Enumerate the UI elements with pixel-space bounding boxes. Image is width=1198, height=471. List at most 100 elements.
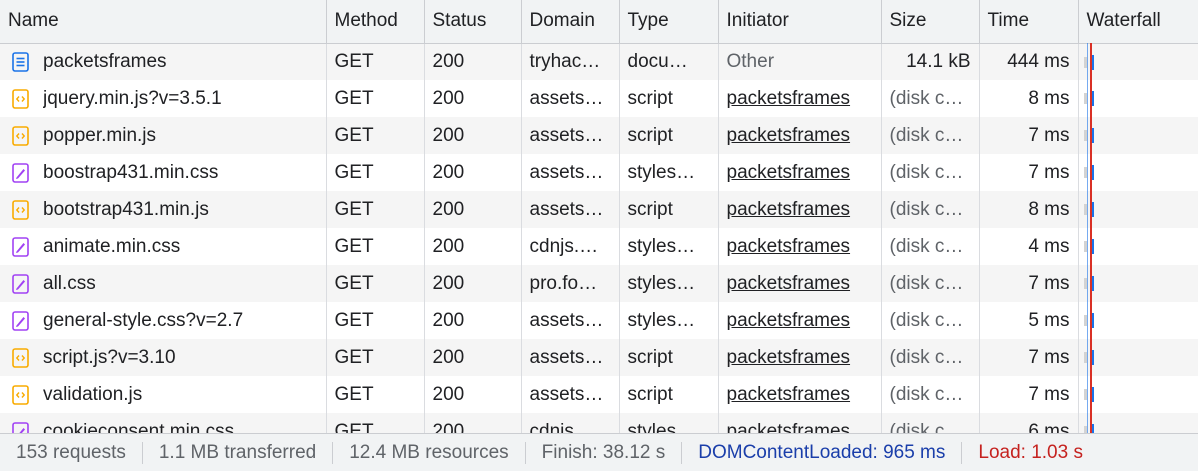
request-method: GET: [326, 265, 425, 302]
waterfall-cell[interactable]: [1078, 376, 1198, 413]
request-name-cell[interactable]: packetsframes: [0, 43, 327, 80]
request-initiator[interactable]: packetsframes: [718, 228, 882, 265]
request-type: styles…: [619, 154, 719, 191]
request-initiator[interactable]: packetsframes: [718, 302, 882, 339]
table-row[interactable]: all.css GET 200 pro.fo… styles… packetsframes…: [0, 265, 1198, 302]
waterfall-cell[interactable]: [1078, 265, 1198, 302]
request-method: GET: [326, 339, 425, 376]
column-header-status[interactable]: Status: [424, 0, 522, 44]
column-header-method[interactable]: Method: [326, 0, 425, 44]
request-name: animate.min.css: [43, 235, 181, 257]
request-size: (disk c…: [881, 265, 980, 302]
table-row[interactable]: animate.min.css GET 200 cdnjs.… styles… packe…: [0, 228, 1198, 265]
request-size: (disk c…: [881, 191, 980, 228]
request-domain: tryhac…: [521, 43, 620, 80]
request-status: 200: [424, 376, 522, 413]
load-time: Load: 1.03 s: [978, 441, 1083, 463]
stylesheet-icon: [12, 236, 29, 257]
request-name: script.js?v=3.10: [43, 346, 176, 368]
stylesheet-icon: [12, 162, 29, 183]
request-status: 200: [424, 228, 522, 265]
table-row[interactable]: script.js?v=3.10 GET 200 assets… script packe…: [0, 339, 1198, 376]
request-time: 5 ms: [979, 302, 1079, 339]
request-name-cell[interactable]: validation.js: [0, 376, 327, 413]
request-name-cell[interactable]: boostrap431.min.css: [0, 154, 327, 191]
request-name-cell[interactable]: script.js?v=3.10: [0, 339, 327, 376]
request-name: jquery.min.js?v=3.5.1: [43, 87, 222, 109]
column-header-size[interactable]: Size: [881, 0, 980, 44]
initiator-link[interactable]: packetsframes: [727, 125, 851, 146]
initiator-link[interactable]: packetsframes: [727, 384, 851, 405]
request-status: 200: [424, 80, 522, 117]
request-initiator[interactable]: packetsframes: [718, 339, 882, 376]
request-initiator: Other: [718, 43, 882, 80]
table-row[interactable]: boostrap431.min.css GET 200 assets… styles… p…: [0, 154, 1198, 191]
request-status: 200: [424, 265, 522, 302]
request-method: GET: [326, 154, 425, 191]
column-header-domain[interactable]: Domain: [521, 0, 620, 44]
resources-size: 12.4 MB resources: [333, 441, 526, 464]
request-name: all.css: [43, 272, 96, 294]
column-header-waterfall[interactable]: Waterfall: [1078, 0, 1198, 44]
request-name-cell[interactable]: popper.min.js: [0, 117, 327, 154]
initiator-link[interactable]: packetsframes: [727, 199, 851, 220]
finish-time: Finish: 38.12 s: [526, 441, 683, 464]
initiator-link[interactable]: packetsframes: [727, 88, 851, 109]
initiator-link[interactable]: packetsframes: [727, 236, 851, 257]
waterfall-cell[interactable]: [1078, 43, 1198, 80]
request-initiator[interactable]: packetsframes: [718, 265, 882, 302]
request-name: boostrap431.min.css: [43, 161, 219, 183]
table-row[interactable]: validation.js GET 200 assets… script packetsf…: [0, 376, 1198, 413]
request-initiator[interactable]: packetsframes: [718, 80, 882, 117]
initiator-link[interactable]: packetsframes: [727, 310, 851, 331]
column-header-initiator[interactable]: Initiator: [718, 0, 882, 44]
request-name-cell[interactable]: jquery.min.js?v=3.5.1: [0, 80, 327, 117]
request-name-cell[interactable]: animate.min.css: [0, 228, 327, 265]
initiator-link[interactable]: packetsframes: [727, 273, 851, 294]
initiator-link[interactable]: packetsframes: [727, 162, 851, 183]
waterfall-cell[interactable]: [1078, 117, 1198, 154]
waterfall-cell[interactable]: [1078, 302, 1198, 339]
request-status: 200: [424, 339, 522, 376]
request-size: (disk c…: [881, 339, 980, 376]
column-header-type[interactable]: Type: [619, 0, 719, 44]
initiator-link[interactable]: packetsframes: [727, 347, 851, 368]
request-domain: assets…: [521, 191, 620, 228]
column-header-time[interactable]: Time: [979, 0, 1079, 44]
request-time: 8 ms: [979, 191, 1079, 228]
request-time: 7 ms: [979, 265, 1079, 302]
request-size: (disk c…: [881, 376, 980, 413]
waterfall-cell[interactable]: [1078, 191, 1198, 228]
request-type: script: [619, 191, 719, 228]
table-row[interactable]: popper.min.js GET 200 assets… script packetsf…: [0, 117, 1198, 154]
request-initiator[interactable]: packetsframes: [718, 376, 882, 413]
request-type: docu…: [619, 43, 719, 80]
table-row[interactable]: general-style.css?v=2.7 GET 200 assets… styl…: [0, 302, 1198, 339]
request-method: GET: [326, 191, 425, 228]
request-initiator[interactable]: packetsframes: [718, 154, 882, 191]
table-row[interactable]: bootstrap431.min.js GET 200 assets… script pa…: [0, 191, 1198, 228]
waterfall-cell[interactable]: [1078, 154, 1198, 191]
request-initiator[interactable]: packetsframes: [718, 117, 882, 154]
request-domain: assets…: [521, 376, 620, 413]
request-initiator[interactable]: packetsframes: [718, 191, 882, 228]
waterfall-cell[interactable]: [1078, 80, 1198, 117]
column-header-name[interactable]: Name: [0, 0, 327, 44]
request-type: script: [619, 376, 719, 413]
stylesheet-icon: [12, 310, 29, 331]
load-marker: [1090, 43, 1092, 433]
table-row[interactable]: jquery.min.js?v=3.5.1 GET 200 assets… script…: [0, 80, 1198, 117]
summary-bar: 153 requests 1.1 MB transferred 12.4 MB …: [0, 433, 1198, 471]
document-icon: [12, 51, 29, 72]
request-name-cell[interactable]: all.css: [0, 265, 327, 302]
table-row[interactable]: packetsframes GET 200 tryhac… docu… Other 14.1…: [0, 43, 1198, 80]
request-time: 4 ms: [979, 228, 1079, 265]
waterfall-cell[interactable]: [1078, 228, 1198, 265]
request-name-cell[interactable]: general-style.css?v=2.7: [0, 302, 327, 339]
request-name-cell[interactable]: bootstrap431.min.js: [0, 191, 327, 228]
script-icon: [12, 125, 29, 146]
request-size: (disk c…: [881, 80, 980, 117]
request-name: validation.js: [43, 383, 143, 405]
request-method: GET: [326, 228, 425, 265]
waterfall-cell[interactable]: [1078, 339, 1198, 376]
